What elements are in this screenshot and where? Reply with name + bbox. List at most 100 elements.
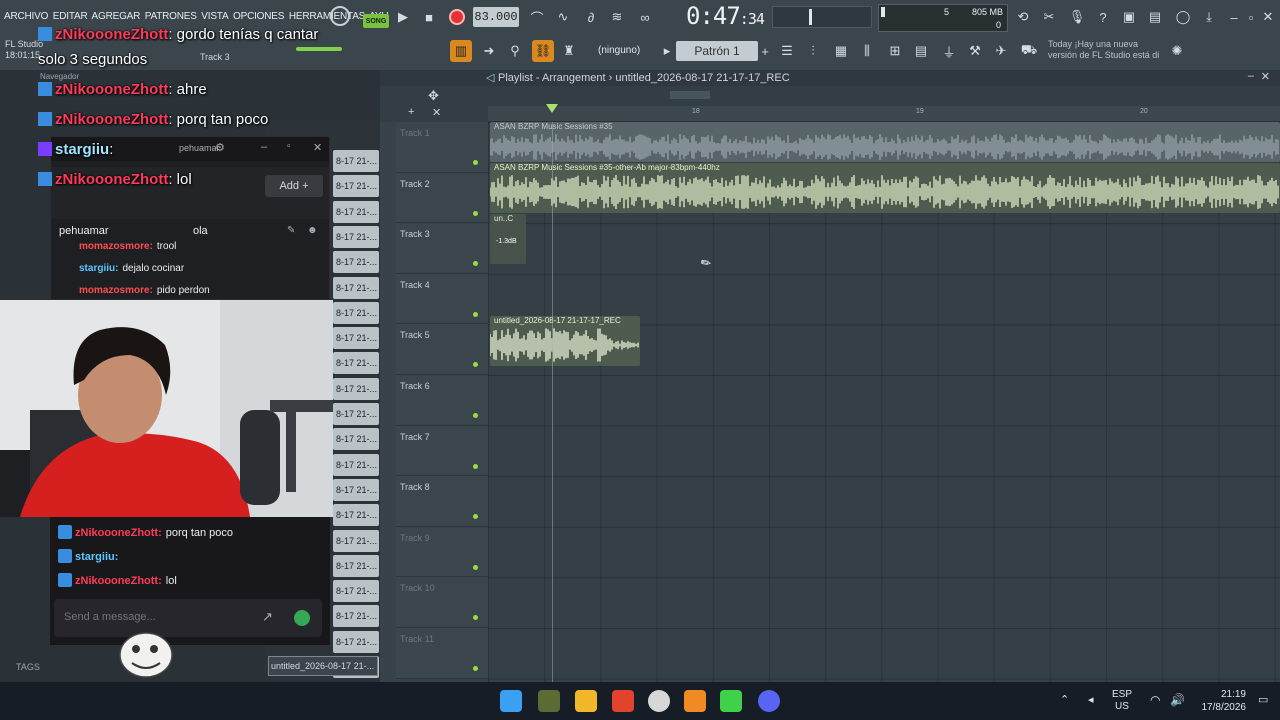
popup-maximize-icon[interactable]: ▫: [287, 141, 291, 152]
automation-clip-track3[interactable]: un..C -1.3dB: [490, 214, 526, 264]
audio-clip-track1[interactable]: ASAN BZRP Music Sessions #35: [490, 122, 1280, 162]
obs-icon[interactable]: [648, 690, 670, 712]
timeline-ruler[interactable]: 18 19 20: [488, 106, 1280, 122]
pattern-box[interactable]: Patrón 1: [676, 41, 758, 61]
person-icon[interactable]: ☻: [307, 225, 318, 236]
song-mode-badge[interactable]: SONG: [363, 14, 389, 28]
help-icon[interactable]: ?: [1092, 6, 1114, 28]
pattern-item[interactable]: 8-17 21-...: [333, 327, 379, 350]
menu-opciones[interactable]: OPCIONES: [233, 11, 284, 22]
pattern-item[interactable]: 8-17 21-...: [333, 580, 379, 603]
plug-icon[interactable]: ⏚: [938, 40, 960, 62]
discord-icon[interactable]: [758, 690, 780, 712]
pattern-item[interactable]: 8-17 21-...: [333, 175, 379, 198]
pattern-item[interactable]: 8-17 21-...: [333, 529, 379, 552]
pattern-item[interactable]: 8-17 21-...: [333, 605, 379, 628]
project-icon[interactable]: ▤: [910, 40, 932, 62]
fl-studio-icon[interactable]: [684, 690, 706, 712]
volume-knob[interactable]: [809, 9, 812, 25]
menu-patrones[interactable]: PATRONES: [145, 11, 197, 22]
pattern-item[interactable]: 8-17 21-...: [333, 478, 379, 501]
track-active-led[interactable]: [473, 413, 478, 418]
add-button[interactable]: Add +: [265, 175, 323, 197]
track-header[interactable]: Track 10: [396, 577, 488, 628]
piano-roll-icon[interactable]: ▥: [450, 40, 472, 62]
chat-username[interactable]: zNikoooneZhott:: [75, 527, 162, 539]
track-header[interactable]: Track 7: [396, 425, 488, 477]
audio-clip-track2[interactable]: ASAN BZRP Music Sessions #35-other-Ab ma…: [490, 163, 1280, 213]
pattern-item[interactable]: 8-17 21-...: [333, 251, 379, 274]
notification-icon[interactable]: ▭: [1258, 693, 1268, 706]
snap-icon[interactable]: ⚲: [504, 40, 526, 62]
audio-clip-track5[interactable]: untitled_2026-08-17 21-17-17_REC: [490, 316, 640, 366]
track-active-led[interactable]: [473, 514, 478, 520]
pattern-item[interactable]: 8-17 21-...: [333, 377, 379, 400]
wifi-icon[interactable]: ◠: [1150, 693, 1160, 707]
pattern-item[interactable]: 8-17 21-...: [333, 276, 379, 299]
track-header[interactable]: Track 11: [396, 628, 488, 679]
menu-herramientas[interactable]: HERRAMIENTAS: [289, 11, 366, 22]
pattern-item-selected[interactable]: untitled_2026-08-17 21-...: [268, 656, 378, 676]
pattern-selector[interactable]: (ninguno): [598, 41, 656, 59]
piano-icon[interactable]: ⫶: [802, 40, 824, 62]
pl-minimize-icon[interactable]: –: [1248, 70, 1254, 82]
edit-icon[interactable]: ✎: [287, 225, 295, 236]
undo-icon[interactable]: ⟲: [1012, 6, 1034, 28]
countdown-icon[interactable]: ∂: [580, 6, 602, 28]
clock[interactable]: 21:19 17/8/2026: [1200, 688, 1247, 714]
start-icon[interactable]: [500, 690, 522, 712]
minimize-icon[interactable]: –: [1226, 6, 1242, 28]
game-icon[interactable]: [538, 690, 560, 712]
arrow-icon[interactable]: ▸: [660, 40, 674, 62]
brave-icon[interactable]: [612, 690, 634, 712]
pattern-item[interactable]: 8-17 21-...: [333, 428, 379, 451]
track-header[interactable]: Track 1: [396, 122, 488, 173]
track-active-led[interactable]: [473, 666, 478, 671]
stamp-icon[interactable]: ♜: [558, 40, 580, 62]
arrangement-grid[interactable]: ASAN BZRP Music Sessions #35 ASAN BZRP M…: [488, 122, 1280, 682]
mixer-icon[interactable]: ✂: [1038, 6, 1060, 28]
pattern-item[interactable]: 8-17 21-...: [333, 554, 379, 577]
tempo-display[interactable]: 83.000: [473, 7, 519, 27]
track-header[interactable]: Track 5: [396, 324, 488, 375]
channel-rack-icon[interactable]: ▦: [830, 40, 852, 62]
chat-username[interactable]: stargiiu:: [75, 551, 118, 563]
record-button[interactable]: [446, 6, 468, 28]
link-icon[interactable]: ⛓: [532, 40, 554, 62]
kick-icon[interactable]: [720, 690, 742, 712]
pattern-item[interactable]: 8-17 21-...: [333, 225, 379, 248]
language-indicator[interactable]: ESP US: [1112, 689, 1132, 713]
track-header[interactable]: Track 9: [396, 526, 488, 578]
track-header[interactable]: Track 8: [396, 476, 488, 527]
arrow-right-icon[interactable]: ➜: [478, 40, 500, 62]
shop-icon[interactable]: ⛟: [1018, 40, 1040, 62]
track-header[interactable]: Track 2: [396, 172, 488, 224]
add-pattern-icon[interactable]: +: [758, 40, 772, 62]
master-volume-slider[interactable]: [772, 6, 872, 28]
pattern-item[interactable]: 8-17 21-...: [333, 352, 379, 375]
play-icon[interactable]: ▶: [392, 6, 414, 28]
pl-close-icon[interactable]: ✕: [1261, 70, 1270, 83]
fl-logo-icon[interactable]: ✺: [1166, 40, 1188, 62]
popup-minimize-icon[interactable]: –: [261, 141, 267, 153]
send-message-box[interactable]: ↗: [54, 599, 322, 637]
chat-icon[interactable]: ◯: [1172, 6, 1194, 28]
news-panel[interactable]: Today ¡Hay una nueva versión de FL Studi…: [1048, 39, 1166, 61]
track-header[interactable]: Track 6: [396, 375, 488, 426]
popup-close-icon[interactable]: ✕: [313, 141, 322, 154]
pitch-slider[interactable]: [296, 47, 342, 51]
plugin-icon[interactable]: ✈: [990, 40, 1012, 62]
chevron-up-icon[interactable]: ⌃: [1060, 693, 1069, 706]
track-active-led[interactable]: [473, 463, 478, 469]
wait-input-icon[interactable]: ∿: [552, 6, 574, 28]
add-track-icon[interactable]: +: [408, 106, 414, 118]
settings-icon[interactable]: ⚙: [215, 141, 225, 154]
track-active-led[interactable]: [473, 362, 478, 368]
menu-archivo[interactable]: ARCHIVO: [4, 11, 48, 22]
stop-icon[interactable]: ■: [418, 6, 440, 28]
pattern-item[interactable]: 8-17 21-...: [333, 200, 379, 223]
network-tray-icon[interactable]: ◂: [1088, 693, 1094, 706]
download-icon[interactable]: ⤓: [1198, 6, 1220, 28]
maximize-icon[interactable]: ▫: [1243, 6, 1259, 28]
emote-icon[interactable]: [294, 610, 310, 626]
